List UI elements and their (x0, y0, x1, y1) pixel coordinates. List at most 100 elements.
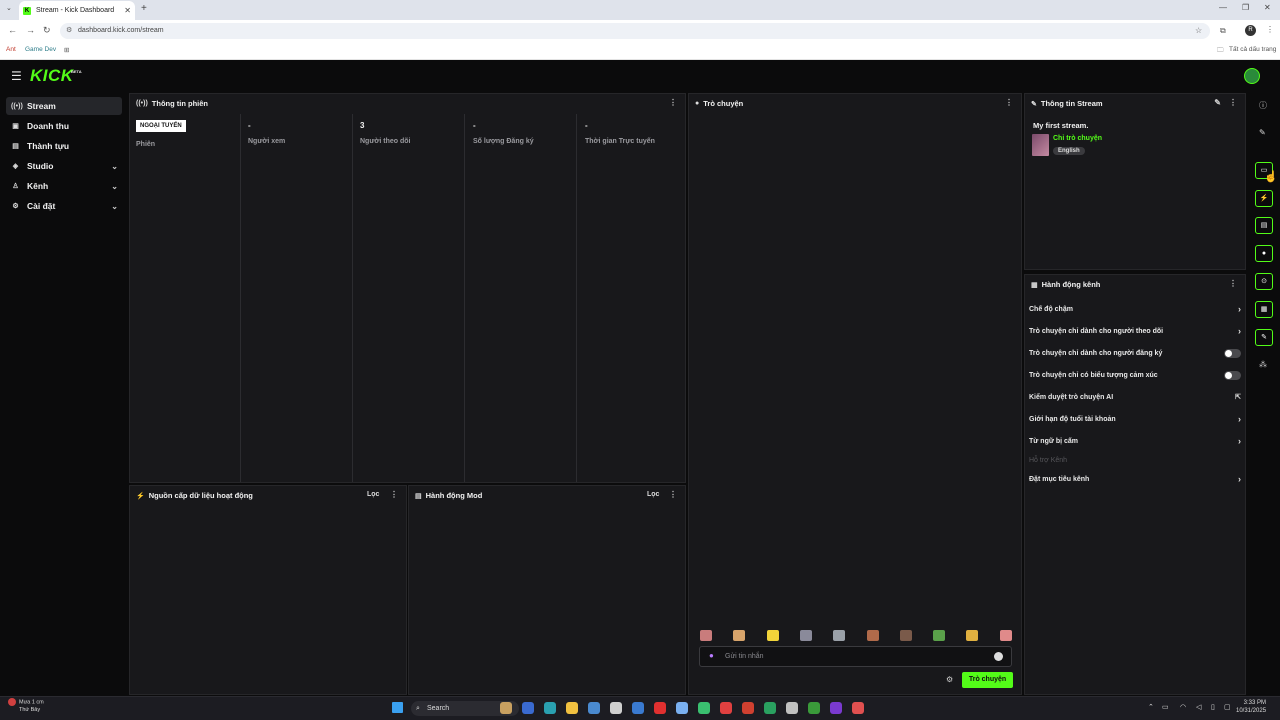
tab-close-icon[interactable]: ✕ (124, 6, 131, 15)
taskbar-app-icon[interactable] (500, 702, 512, 714)
taskbar-app-icon[interactable] (676, 702, 688, 714)
maximize-icon[interactable]: ❐ (1242, 3, 1249, 12)
slow-mode-row[interactable]: Chế độ chậm › (1029, 302, 1241, 316)
filter-button[interactable]: Lọc (367, 491, 379, 498)
taskbar-app-icon[interactable] (610, 702, 622, 714)
window-close-icon[interactable]: ✕ (1264, 3, 1271, 12)
more-options-icon[interactable]: ⋮ (1229, 98, 1237, 107)
taskbar-clock[interactable]: 3:33 PM 10/31/2025 (1236, 699, 1266, 715)
chat-settings-icon[interactable]: ⚙ (946, 675, 953, 684)
emote-5[interactable] (833, 630, 846, 641)
rail-channel-actions-button[interactable]: ▦ (1255, 301, 1273, 318)
windows-start-icon[interactable] (392, 702, 403, 713)
edit-pencil-icon[interactable]: ✎ (1214, 98, 1221, 107)
more-options-icon[interactable]: ⋮ (1229, 279, 1237, 288)
panel-title: Thông tin Stream (1040, 99, 1103, 108)
taskbar-app-icon[interactable] (830, 702, 842, 714)
taskbar-app-icon[interactable] (720, 702, 732, 714)
bookmark-star-icon[interactable]: ☆ (1195, 26, 1202, 35)
forward-icon[interactable]: → (26, 25, 35, 35)
taskbar-app-icon[interactable] (588, 702, 600, 714)
browser-tab[interactable]: K Stream - Kick Dashboard ✕ (19, 1, 135, 20)
bookmark-game-dev[interactable]: Game Dev (25, 46, 56, 53)
rail-tools-button[interactable]: ✎ (1255, 329, 1273, 346)
taskbar-app-icon[interactable] (698, 702, 710, 714)
taskbar-app-icon[interactable] (786, 702, 798, 714)
tab-title: Stream - Kick Dashboard (36, 7, 115, 14)
add-widget-icon[interactable]: ⁂ (1259, 360, 1267, 369)
new-tab-button[interactable]: + (141, 3, 147, 14)
rail-mod-button[interactable]: ▤ (1255, 217, 1273, 234)
rail-broadcast-button[interactable]: ⊙ (1255, 273, 1273, 290)
kick-logo[interactable]: KICK (30, 66, 74, 86)
wifi-icon[interactable]: ◠ (1180, 703, 1186, 711)
extensions-icon[interactable]: ⧉ (1220, 26, 1226, 36)
all-bookmarks-link[interactable]: Tất cả dấu trang (1229, 46, 1276, 53)
channel-goal-row[interactable]: Đặt mục tiêu kênh › (1029, 472, 1241, 486)
tab-search-icon[interactable]: ⌄ (6, 4, 12, 12)
sidebar-item-label: Thành tựu (27, 141, 70, 151)
chevron-up-icon[interactable]: ⌃ (1148, 703, 1154, 711)
taskbar-app-icon[interactable] (742, 702, 754, 714)
info-icon[interactable]: ⓘ (1259, 100, 1267, 111)
notification-icon[interactable]: ▢ (1224, 703, 1231, 711)
bookmark-ant[interactable]: Ant (6, 46, 16, 53)
taskbar-app-icon[interactable] (808, 702, 820, 714)
emote-1[interactable] (700, 630, 712, 641)
taskbar-app-icon[interactable] (764, 702, 776, 714)
menu-icon[interactable]: ☰ (11, 69, 22, 83)
banned-words-row[interactable]: Từ ngữ bị cấm › (1029, 434, 1241, 448)
emoji-icon[interactable] (994, 652, 1003, 661)
emote-8[interactable] (933, 630, 946, 641)
emotes-only-toggle[interactable] (1224, 370, 1241, 380)
apps-grid-icon[interactable]: ⊞ (64, 46, 69, 54)
sidebar-item-channel[interactable]: ♙ Kênh ⌄ (6, 177, 122, 195)
rail-chat-button[interactable]: ● (1255, 245, 1273, 262)
battery-icon[interactable]: ▯ (1211, 703, 1215, 711)
emote-9[interactable] (966, 630, 979, 641)
url-input[interactable]: ⚙ dashboard.kick.com/stream (60, 23, 1210, 39)
more-options-icon[interactable]: ⋮ (390, 490, 398, 499)
emote-3[interactable] (766, 630, 779, 641)
more-options-icon[interactable]: ⋮ (669, 98, 677, 107)
minimize-icon[interactable]: — (1219, 3, 1227, 12)
sidebar-item-settings[interactable]: ⚙ Cài đặt ⌄ (6, 197, 122, 215)
browser-menu-icon[interactable]: ⋮ (1266, 25, 1274, 34)
microphone-icon[interactable]: ● (709, 651, 714, 660)
emote-10[interactable] (999, 630, 1012, 641)
taskbar-app-icon[interactable] (852, 702, 864, 714)
user-avatar[interactable] (1244, 68, 1260, 84)
taskbar-app-icon[interactable] (566, 702, 578, 714)
subscribers-only-toggle[interactable] (1224, 348, 1241, 358)
reload-icon[interactable]: ↻ (43, 25, 51, 36)
profile-avatar[interactable]: R (1245, 25, 1256, 36)
chat-input[interactable]: ● Gửi tin nhắn (699, 646, 1012, 667)
filter-button[interactable]: Lọc (647, 491, 659, 498)
sidebar-item-studio[interactable]: ◈ Studio ⌄ (6, 157, 122, 175)
account-age-row[interactable]: Giới hạn độ tuổi tài khoản › (1029, 412, 1241, 426)
sidebar-item-achievements[interactable]: ▤ Thành tựu (6, 137, 122, 155)
more-options-icon[interactable]: ⋮ (1005, 98, 1013, 107)
taskbar-app-icon[interactable] (544, 702, 556, 714)
volume-icon[interactable]: ◁ (1196, 703, 1201, 711)
taskbar-app-icon[interactable] (654, 702, 666, 714)
emote-2[interactable] (733, 630, 746, 641)
taskbar-app-icon[interactable] (632, 702, 644, 714)
network-icon[interactable]: ▭ (1162, 703, 1169, 711)
weather-widget[interactable]: Mưa 1 cm Thứ Bảy (8, 698, 44, 714)
site-info-icon[interactable]: ⚙ (66, 23, 72, 39)
stream-category-link[interactable]: Chỉ trò chuyện (1053, 135, 1102, 142)
ai-moderation-row[interactable]: Kiểm duyệt trò chuyện AI ⇱ (1029, 390, 1241, 404)
edit-icon[interactable]: ✎ (1259, 128, 1266, 137)
emote-7[interactable] (899, 630, 912, 641)
more-options-icon[interactable]: ⋮ (669, 490, 677, 499)
emote-4[interactable] (799, 630, 812, 641)
sidebar-item-revenue[interactable]: ▣ Doanh thu (6, 117, 122, 135)
back-icon[interactable]: ← (8, 25, 17, 35)
chat-send-button[interactable]: Trò chuyện (962, 672, 1013, 688)
emote-6[interactable] (866, 630, 879, 641)
rail-activity-button[interactable]: ⚡ (1255, 190, 1273, 207)
taskbar-app-icon[interactable] (522, 702, 534, 714)
followers-only-row[interactable]: Trò chuyện chỉ dành cho người theo dõi › (1029, 324, 1241, 338)
sidebar-item-stream[interactable]: ((•)) Stream (6, 97, 122, 115)
